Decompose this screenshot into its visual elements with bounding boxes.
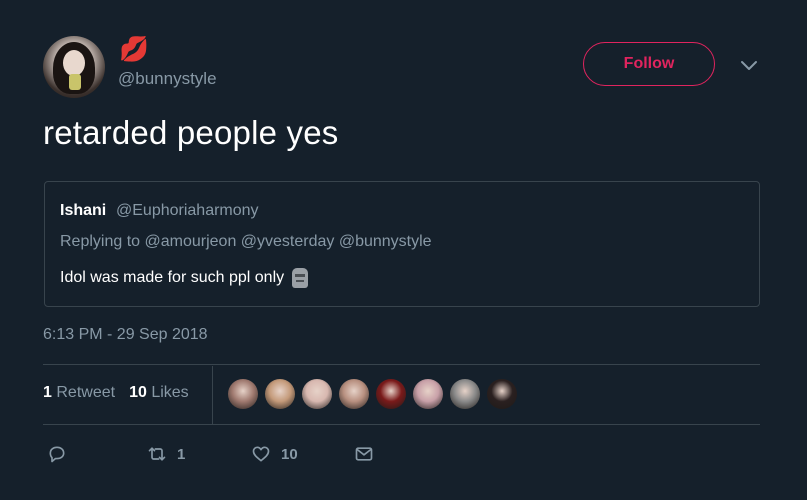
chevron-down-icon[interactable] [740,58,758,72]
quoted-author-name: Ishani [60,202,107,219]
tweet-timestamp[interactable]: 6:13 PM - 29 Sep 2018 [43,326,208,344]
liker-avatar[interactable] [376,379,406,409]
retweets-stat[interactable]: 1 Retweet [43,384,115,402]
envelope-icon [355,447,373,461]
divider-bottom [43,424,760,425]
likes-stat[interactable]: 10 Likes [129,384,189,402]
liker-avatar[interactable] [228,379,258,409]
author-handle[interactable]: @bunnystyle [118,69,217,89]
moai-icon [292,268,309,288]
quoted-author-handle: @Euphoriaharmony [116,202,259,219]
reply-button[interactable] [47,444,77,464]
liker-avatar[interactable] [413,379,443,409]
avatar-face [63,50,85,76]
direct-message-button[interactable] [354,444,384,464]
like-count: 10 [281,445,298,463]
reply-icon [49,446,65,463]
quoted-tweet[interactable]: Ishani @Euphoriaharmony Replying to @amo… [44,181,760,307]
quoted-replying-to: Replying to @amourjeon @yvesterday @bunn… [60,233,432,250]
kiss-mark-icon: 💋 [119,36,149,63]
retweet-count: 1 [177,445,186,463]
liker-avatar[interactable] [339,379,369,409]
stats-separator [212,366,213,424]
retweet-icon [148,447,166,461]
avatar-drink [69,74,81,90]
author-avatar[interactable] [43,36,105,98]
liker-avatar[interactable] [450,379,480,409]
quoted-body: Idol was made for such ppl only [60,268,309,288]
action-bar: 1 10 [0,444,807,468]
likes-label: Likes [151,384,189,401]
follow-button[interactable]: Follow [583,42,715,86]
like-button[interactable]: 10 [251,444,298,464]
retweets-label: Retweet [56,384,116,401]
likers-avatars [228,379,524,409]
liker-avatar[interactable] [487,379,517,409]
retweet-button[interactable]: 1 [147,444,185,464]
liker-avatar[interactable] [265,379,295,409]
retweets-count: 1 [43,384,52,401]
liker-avatar[interactable] [302,379,332,409]
heart-icon [252,446,270,462]
tweet-text: retarded people yes [43,114,339,151]
engagement-stats: 1 Retweet 10 Likes [43,384,203,402]
quoted-body-text: Idol was made for such ppl only [60,269,285,286]
divider-top [43,364,760,365]
likes-count: 10 [129,384,147,401]
